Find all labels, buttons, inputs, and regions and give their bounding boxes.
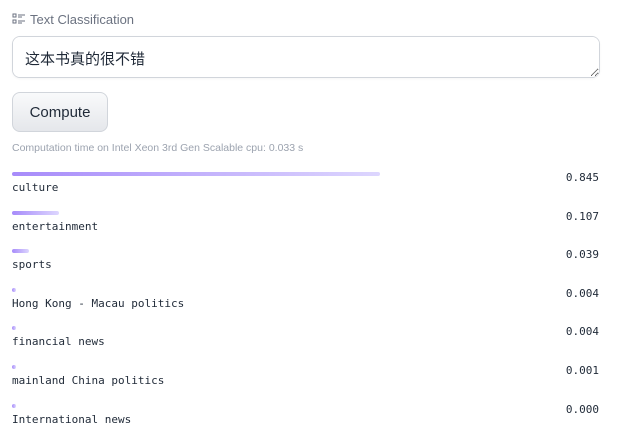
compute-button[interactable]: Compute	[12, 92, 108, 132]
confidence-bar	[12, 210, 59, 215]
result-label: sports	[12, 258, 52, 272]
computation-time: Computation time on Intel Xeon 3rd Gen S…	[12, 142, 304, 154]
result-row: International news 0.000	[12, 402, 600, 440]
result-label: culture	[12, 181, 59, 194]
result-row: financial news 0.004	[12, 324, 600, 363]
text-input[interactable]	[12, 36, 600, 78]
result-score: 0.000	[565, 402, 599, 416]
confidence-bar	[12, 403, 16, 408]
confidence-bar-track	[12, 172, 447, 176]
confidence-bar-track	[12, 210, 447, 215]
result-score: 0.039	[565, 248, 599, 262]
result-row: sports 0.039	[12, 247, 600, 286]
confidence-bar-track	[12, 403, 447, 408]
task-label: Text Classification	[30, 11, 135, 27]
result-label: mainland China politics	[12, 373, 165, 387]
confidence-bar	[12, 172, 380, 176]
result-label: International news	[12, 412, 132, 426]
result-row: entertainment 0.107	[12, 209, 600, 248]
result-score: 0.004	[565, 286, 599, 300]
result-score: 0.107	[565, 209, 599, 223]
result-row: Hong Kong - Macau politics 0.004	[12, 286, 600, 325]
result-row: culture 0.845	[12, 170, 600, 209]
confidence-bar-track	[12, 287, 447, 292]
confidence-bar	[12, 326, 16, 331]
result-score: 0.001	[565, 363, 599, 377]
confidence-bar-track	[12, 249, 447, 254]
confidence-bar-track	[12, 364, 447, 369]
results-list: culture 0.845 entertainment 0.107 sports 0.03…	[12, 170, 600, 440]
confidence-bar	[12, 249, 29, 254]
confidence-bar	[12, 364, 16, 369]
confidence-bar-track	[12, 326, 447, 331]
result-label: entertainment	[12, 219, 99, 233]
confidence-bar	[12, 287, 16, 292]
result-score: 0.845	[565, 171, 599, 184]
result-label: financial news	[12, 335, 105, 349]
result-score: 0.004	[565, 325, 599, 339]
result-label: Hong Kong - Macau politics	[12, 296, 185, 310]
task-header: Text Classification	[12, 10, 134, 28]
text-classification-icon	[12, 12, 26, 26]
result-row: mainland China politics 0.001	[12, 363, 600, 402]
